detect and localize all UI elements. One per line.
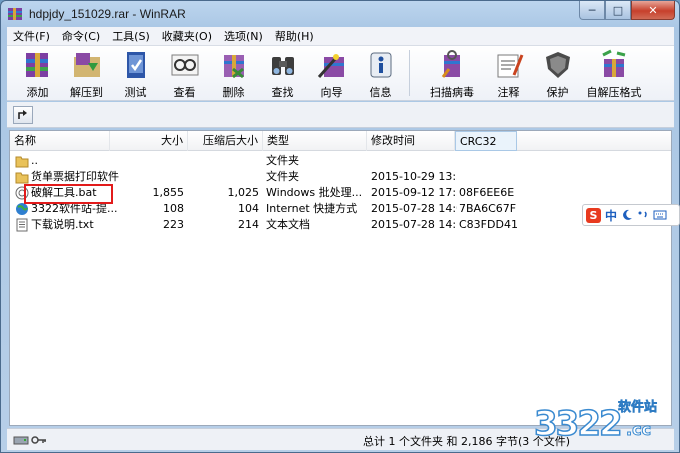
window-title: hdpjdy_151029.rar - WinRAR xyxy=(29,7,186,21)
file-list[interactable]: 名称 大小 压缩后大小 类型 修改时间 CRC32 .. 文件夹 货单票据打印软… xyxy=(9,130,672,426)
list-item[interactable]: 货单票据打印软件 文件夹 2015-10-29 13:35 xyxy=(10,169,671,185)
menu-help[interactable]: 帮助(H) xyxy=(269,27,320,46)
comment-button[interactable]: 注释 xyxy=(484,46,533,101)
column-type[interactable]: 类型 xyxy=(263,131,367,151)
toolbar: 添加 解压到 测试 查看 删除 查找 向导 信息 扫描病毒 注释 保护 自解压格… xyxy=(7,46,674,101)
info-button[interactable]: 信息 xyxy=(356,46,405,101)
ime-mode-chinese[interactable]: 中 xyxy=(605,207,617,224)
add-button[interactable]: 添加 xyxy=(13,46,62,101)
close-button[interactable]: ✕ xyxy=(631,1,675,20)
add-icon xyxy=(25,53,48,77)
column-size[interactable]: 大小 xyxy=(110,131,188,151)
site-watermark-logo: 软件站 3322 .cc xyxy=(533,400,658,445)
comment-icon xyxy=(497,54,523,78)
punctuation-icon[interactable] xyxy=(637,209,649,221)
toolbar-separator xyxy=(409,50,410,96)
highlight-annotation-box xyxy=(24,184,113,204)
view-button[interactable]: 查看 xyxy=(160,46,209,101)
column-name[interactable]: 名称 xyxy=(10,131,110,151)
text-file-icon xyxy=(16,218,28,232)
title-bar[interactable]: hdpjdy_151029.rar - WinRAR ─ □ ✕ xyxy=(1,1,679,27)
delete-icon xyxy=(223,55,244,79)
test-icon xyxy=(126,52,145,78)
file-list-header: 名称 大小 压缩后大小 类型 修改时间 CRC32 xyxy=(10,131,671,151)
moon-icon[interactable] xyxy=(621,209,633,221)
sfx-icon xyxy=(602,49,626,77)
info-icon xyxy=(370,52,391,78)
menu-options[interactable]: 选项(N) xyxy=(218,27,269,46)
menu-bar: 文件(F) 命令(C) 工具(S) 收藏夹(O) 选项(N) 帮助(H) xyxy=(7,27,674,46)
test-button[interactable]: 测试 xyxy=(111,46,160,101)
extract-to-button[interactable]: 解压到 xyxy=(62,46,111,101)
menu-tools[interactable]: 工具(S) xyxy=(106,27,156,46)
ime-toolbar[interactable]: S 中 xyxy=(582,204,680,226)
menu-commands[interactable]: 命令(C) xyxy=(56,27,106,46)
extract-to-icon xyxy=(73,53,100,77)
winrar-window: hdpjdy_151029.rar - WinRAR ─ □ ✕ 文件(F) 命… xyxy=(0,0,680,453)
column-packed[interactable]: 压缩后大小 xyxy=(188,131,263,151)
sfx-button[interactable]: 自解压格式 xyxy=(582,46,646,101)
shield-icon xyxy=(545,52,570,78)
menu-favorites[interactable]: 收藏夹(O) xyxy=(156,27,218,46)
wizard-icon xyxy=(317,54,344,78)
folder-up-icon xyxy=(15,156,29,168)
list-item[interactable]: 下载说明.txt 223 214 文本文档 2015-07-28 14:10 C… xyxy=(10,217,671,233)
key-icon xyxy=(31,436,46,444)
minimize-button[interactable]: ─ xyxy=(579,1,605,20)
sogou-logo-icon[interactable]: S xyxy=(586,207,601,223)
virus-scan-button[interactable]: 扫描病毒 xyxy=(420,46,484,101)
find-icon xyxy=(271,57,294,75)
up-arrow-icon xyxy=(18,110,27,119)
winrar-app-icon xyxy=(8,8,22,20)
column-modified[interactable]: 修改时间 xyxy=(367,131,455,151)
view-icon xyxy=(171,54,198,76)
list-item[interactable]: .. 文件夹 xyxy=(10,153,671,169)
path-bar xyxy=(7,102,674,128)
column-crc32[interactable]: CRC32 xyxy=(455,131,517,151)
keyboard-icon[interactable] xyxy=(653,209,667,221)
protect-button[interactable]: 保护 xyxy=(533,46,582,101)
menu-file[interactable]: 文件(F) xyxy=(7,27,56,46)
internet-shortcut-icon xyxy=(16,203,28,215)
delete-button[interactable]: 删除 xyxy=(209,46,258,101)
maximize-button[interactable]: □ xyxy=(605,1,631,20)
folder-icon xyxy=(15,172,29,184)
wizard-button[interactable]: 向导 xyxy=(307,46,356,101)
up-folder-button[interactable] xyxy=(13,106,33,124)
drive-icon xyxy=(13,436,29,445)
find-button[interactable]: 查找 xyxy=(258,46,307,101)
virus-scan-icon xyxy=(441,50,460,78)
